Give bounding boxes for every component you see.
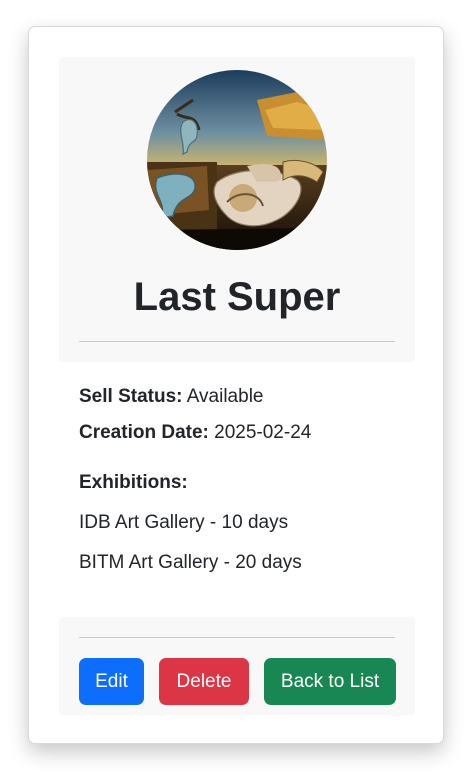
creation-date-row: Creation Date: 2025-02-24 (79, 421, 409, 457)
artwork-detail-card: Last Super Sell Status: Available Creati… (28, 26, 444, 744)
creation-date-value: 2025-02-24 (214, 422, 312, 443)
exhibitions-heading: Exhibitions: (79, 472, 188, 493)
edit-button[interactable]: Edit (79, 658, 144, 705)
sell-status-label: Sell Status: (79, 386, 183, 407)
sell-status-row: Sell Status: Available (79, 385, 409, 421)
delete-button[interactable]: Delete (159, 658, 249, 705)
artwork-title: Last Super (133, 275, 341, 319)
back-to-list-button[interactable]: Back to List (264, 658, 396, 705)
footer-divider (79, 637, 395, 638)
card-header: Last Super (59, 57, 415, 362)
sell-status-value: Available (186, 386, 264, 407)
exhibition-item: IDB Art Gallery - 10 days (79, 512, 289, 533)
exhibition-item: BITM Art Gallery - 20 days (79, 552, 302, 573)
artwork-image (147, 70, 327, 250)
card-footer: Edit Delete Back to List (59, 617, 415, 715)
header-divider (79, 341, 395, 342)
creation-date-label: Creation Date: (79, 422, 209, 443)
artwork-details: Sell Status: Available Creation Date: 20… (79, 385, 409, 591)
